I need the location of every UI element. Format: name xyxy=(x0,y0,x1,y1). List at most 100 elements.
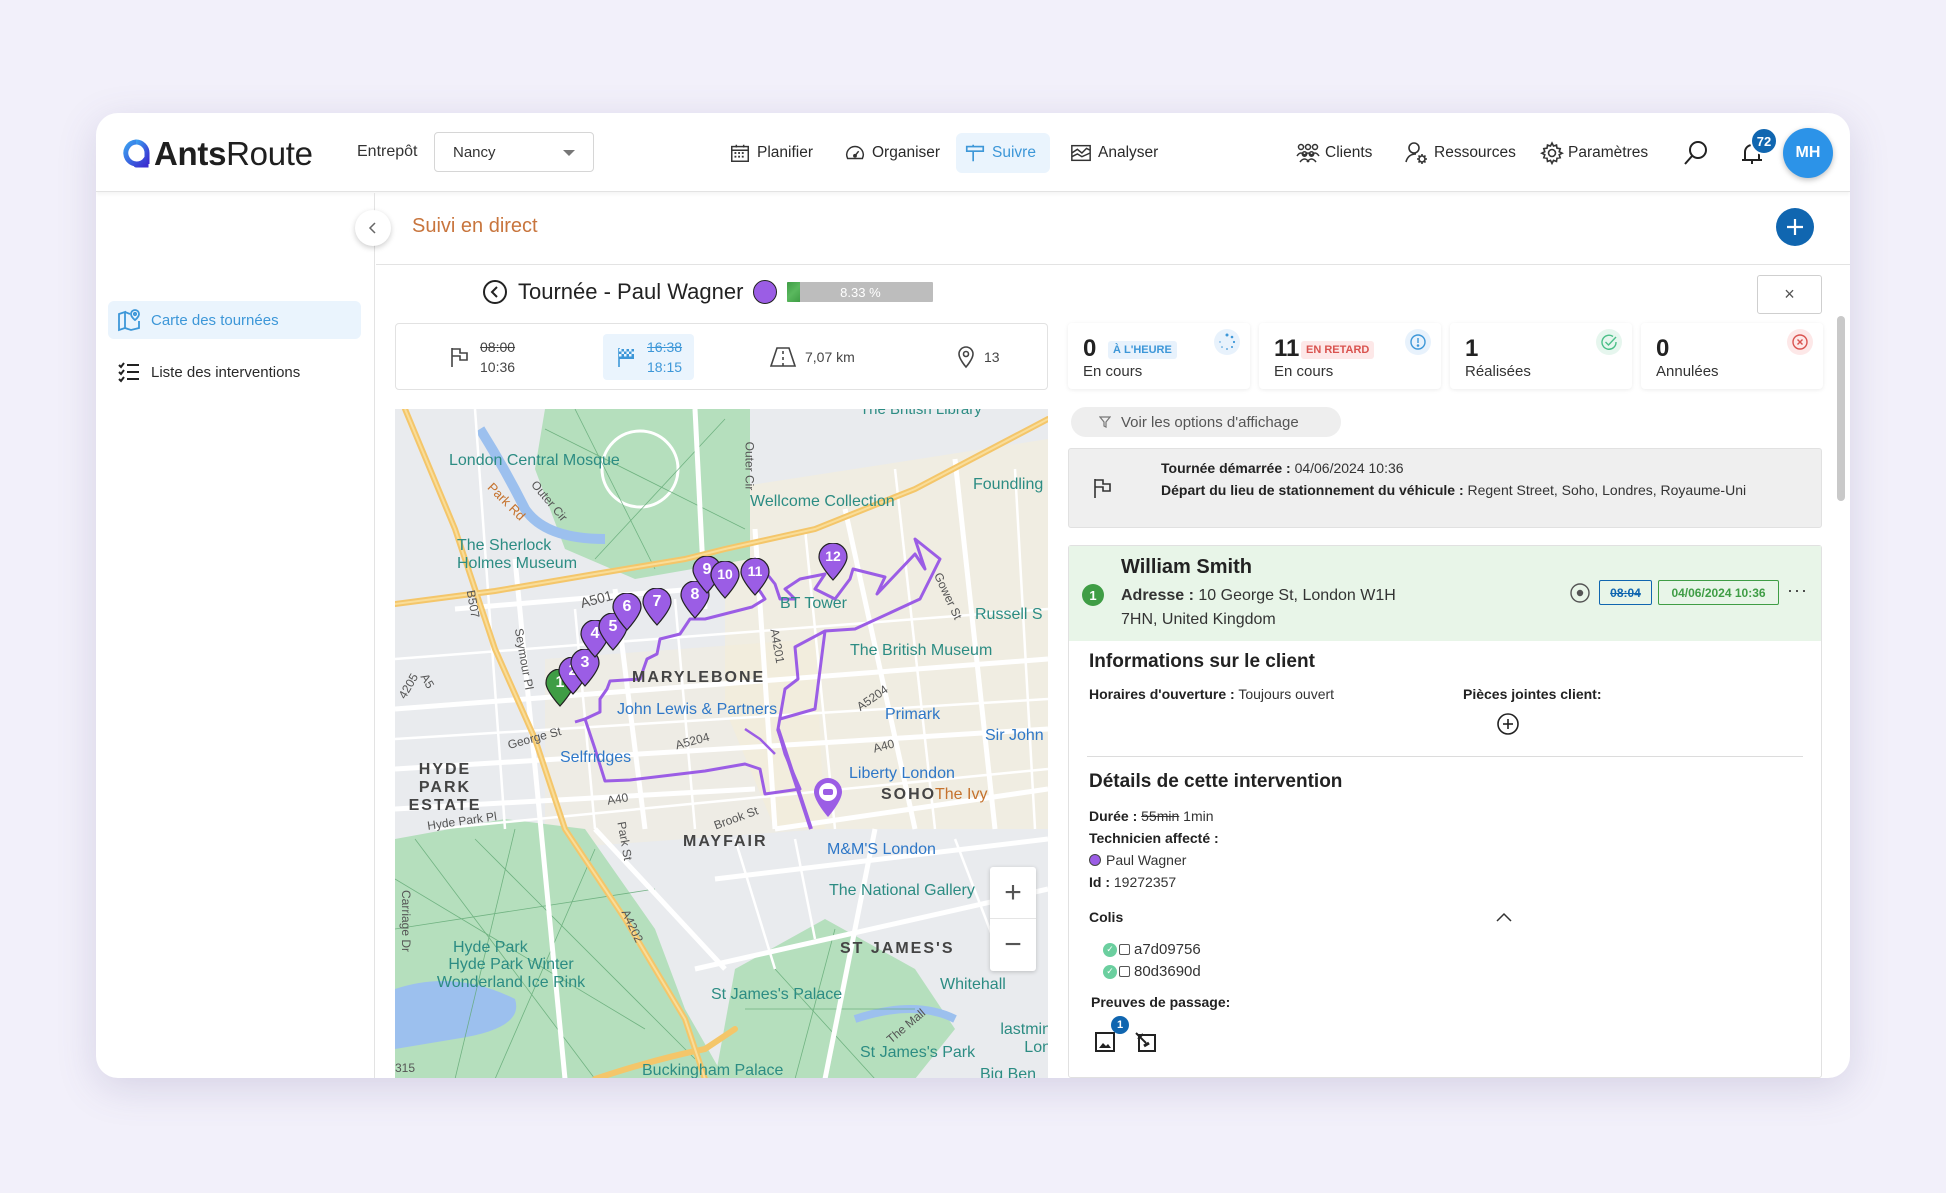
sidebar-item-label: Carte des tournées xyxy=(151,311,279,329)
departure-label: Départ du lieu de stationnement du véhic… xyxy=(1161,482,1464,498)
nav-ressources[interactable]: Ressources xyxy=(1404,133,1516,173)
back-circle-icon[interactable] xyxy=(482,279,508,305)
add-attachment-icon[interactable] xyxy=(1496,712,1520,736)
flag-icon xyxy=(451,347,468,367)
signpost-icon xyxy=(965,144,985,162)
nav-clients[interactable]: Clients xyxy=(1295,133,1372,173)
add-button[interactable] xyxy=(1776,208,1814,246)
notification-badge: 72 xyxy=(1750,127,1778,155)
chart-area-icon xyxy=(1071,144,1091,162)
route-stop-marker[interactable]: 6 xyxy=(612,592,642,631)
photo-icon[interactable] xyxy=(1094,1030,1118,1054)
hours-label: Horaires d'ouverture : xyxy=(1089,686,1235,702)
technician-label: Technicien affecté : xyxy=(1089,830,1219,846)
proofs-label: Preuves de passage: xyxy=(1091,994,1230,1010)
nav-analyser[interactable]: Analyser xyxy=(1062,133,1166,173)
close-button[interactable]: × xyxy=(1757,275,1822,314)
map-label: The Ivy xyxy=(935,786,988,803)
route-stop-marker[interactable]: 10 xyxy=(710,560,740,599)
package-icon xyxy=(1119,966,1130,977)
started-value: 04/06/2024 10:36 xyxy=(1294,460,1404,476)
status-card-done[interactable]: 1 Réalisées xyxy=(1450,323,1632,389)
nav-ressources-label: Ressources xyxy=(1434,144,1516,161)
spinner-icon xyxy=(1214,329,1240,355)
map-label: The Sherlock Holmes Museum xyxy=(457,537,578,572)
nav-clients-label: Clients xyxy=(1325,144,1373,161)
package-id: 80d3690d xyxy=(1134,963,1201,980)
section-divider xyxy=(1087,756,1803,757)
vehicle-marker-icon[interactable] xyxy=(812,777,844,819)
intervention-card: 1 William Smith Adresse : 10 George St, … xyxy=(1068,545,1822,1078)
map-label: Buckingham Palace xyxy=(642,1062,784,1078)
package-icon xyxy=(1119,944,1130,955)
zoom-out-button[interactable]: − xyxy=(990,919,1036,971)
tour-stats: 08:00 10:36 16:38 18:15 7,07 km 13 xyxy=(395,323,1048,390)
logo[interactable]: AntsRoute xyxy=(122,135,313,173)
map-label: ST JAMES'S xyxy=(840,940,955,957)
display-options-button[interactable]: Voir les options d'affichage xyxy=(1071,407,1341,437)
stops-count: 13 xyxy=(984,348,1000,365)
id-value: 19272357 xyxy=(1113,874,1177,890)
nav-planifier[interactable]: Planifier xyxy=(721,133,821,173)
logo-text: AntsRoute xyxy=(154,135,313,172)
check-circle-icon: ✓ xyxy=(1103,942,1117,957)
actual-time: 04/06/2024 10:36 xyxy=(1658,580,1779,605)
nav-organiser[interactable]: Organiser xyxy=(836,133,948,173)
location-pin-icon xyxy=(958,345,974,368)
depot-select[interactable]: Nancy xyxy=(434,132,594,172)
duration-label: Durée : xyxy=(1089,808,1138,824)
sidebar: Carte des tournées Liste des interventio… xyxy=(96,193,375,1078)
route-stop-number: 7 xyxy=(652,593,662,610)
sidebar-item-liste-des-interventions[interactable]: Liste des interventions xyxy=(108,353,361,391)
scrollbar-thumb[interactable] xyxy=(1837,316,1845,501)
route-stop-number: 12 xyxy=(825,548,841,564)
departure-value: Regent Street, Soho, Londres, Royaume-Un… xyxy=(1467,482,1747,498)
map-zoom-controls: + − xyxy=(990,867,1036,971)
nav-analyser-label: Analyser xyxy=(1098,144,1159,161)
user-avatar[interactable]: MH xyxy=(1783,128,1833,178)
stat-stops: 13 xyxy=(956,324,1000,389)
route-stop-marker[interactable]: 11 xyxy=(740,557,770,596)
intervention-header[interactable]: 1 William Smith Adresse : 10 George St, … xyxy=(1069,546,1821,641)
map-label: Liberty London xyxy=(849,765,955,782)
more-options-button[interactable]: ··· xyxy=(1787,580,1808,601)
packages-label-text: Colis xyxy=(1089,909,1124,925)
stop-number-badge: 1 xyxy=(1082,584,1104,606)
chevron-up-icon[interactable] xyxy=(1493,906,1515,928)
route-map[interactable]: London Central Mosque Park Rd Outer Cir … xyxy=(395,409,1048,1078)
alert-icon xyxy=(1405,329,1431,355)
status-card-cancelled[interactable]: 0 Annulées xyxy=(1641,323,1823,389)
road-icon xyxy=(769,346,797,367)
tour-start-info: Tournée démarrée : 04/06/2024 10:36 Dépa… xyxy=(1068,448,1822,528)
status-card-late[interactable]: 11 EN RETARD En cours xyxy=(1259,323,1441,389)
map-label: Wellcome Collection xyxy=(750,493,895,510)
map-label: Foundling xyxy=(973,476,1044,493)
route-stop-number: 6 xyxy=(622,598,632,615)
id-label: Id : xyxy=(1089,874,1110,890)
search-icon[interactable] xyxy=(1682,139,1710,167)
photo-count-badge: 1 xyxy=(1111,1016,1129,1034)
nav-suivre-label: Suivre xyxy=(992,144,1036,161)
client-info-title: Informations sur le client xyxy=(1089,651,1315,672)
duration-actual: 1min xyxy=(1183,808,1214,824)
route-stop-marker[interactable]: 12 xyxy=(818,542,848,581)
status-card-on-time[interactable]: 0 À L'HEURE En cours xyxy=(1068,323,1250,389)
packages-label: Colis xyxy=(1089,909,1123,925)
sidebar-item-carte-des-tournees[interactable]: Carte des tournées xyxy=(108,301,361,339)
duration: Durée : 55min 1min xyxy=(1089,808,1214,824)
nav-parametres[interactable]: Paramètres xyxy=(1540,133,1648,173)
nav-suivre[interactable]: Suivre xyxy=(956,133,1050,173)
attachments-label-text: Pièces jointes client: xyxy=(1463,686,1602,702)
zoom-in-button[interactable]: + xyxy=(990,867,1036,919)
map-label: Whitehall xyxy=(940,976,1006,993)
signature-icon[interactable] xyxy=(1134,1030,1158,1054)
route-stop-marker[interactable]: 7 xyxy=(642,587,672,626)
map-label: Russell S xyxy=(975,606,1043,623)
filter-icon xyxy=(1099,416,1111,428)
right-panel-scrollbar[interactable] xyxy=(1836,316,1846,1078)
display-options-label: Voir les options d'affichage xyxy=(1121,413,1299,431)
target-icon[interactable] xyxy=(1569,582,1591,604)
duration-planned: 55min xyxy=(1141,808,1180,824)
status-label: En cours xyxy=(1083,363,1143,380)
page-title: Suivi en direct xyxy=(412,215,538,237)
